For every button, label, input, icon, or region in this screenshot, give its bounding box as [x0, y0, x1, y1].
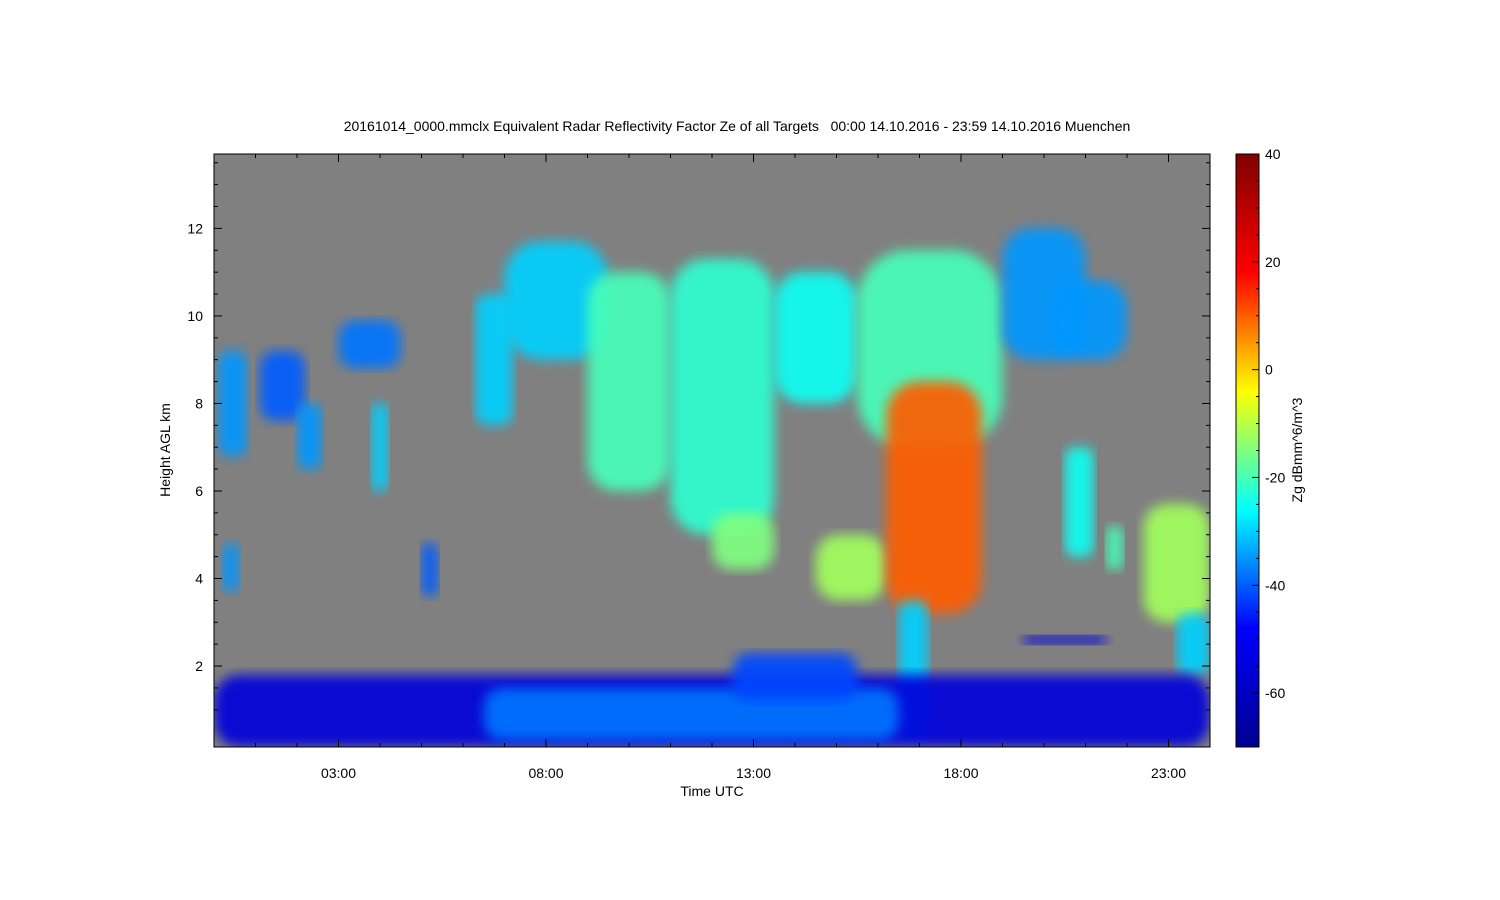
colorbar-tick-label: 40 [1265, 146, 1281, 162]
y-tick-label: 10 [187, 308, 203, 324]
y-tick-label: 12 [187, 220, 203, 236]
colorbar-tick-label: -40 [1265, 577, 1285, 593]
chart-title: 20161014_0000.mmclx Equivalent Radar Ref… [344, 118, 1131, 134]
reflectivity-region [774, 272, 858, 404]
reflectivity-region [297, 403, 322, 470]
y-tick-label: 8 [195, 395, 203, 411]
plot-area [213, 153, 1211, 748]
y-tick-label: 6 [195, 483, 203, 499]
reflectivity-region [218, 350, 248, 456]
x-tick-label: 03:00 [321, 765, 356, 781]
reflectivity-region [1143, 504, 1210, 623]
reflectivity-region [1106, 525, 1123, 570]
reflectivity-region [587, 272, 671, 491]
colorbar-gradient [1235, 153, 1260, 748]
colorbar-tick-label: 0 [1265, 362, 1273, 378]
x-axis-label: Time UTC [680, 783, 743, 799]
colorbar-tick-label: -60 [1265, 685, 1285, 701]
reflectivity-region [815, 534, 887, 601]
y-tick-label: 2 [195, 658, 203, 674]
reflectivity-region [1064, 447, 1094, 557]
radar-reflectivity-chart: 20161014_0000.mmclx Equivalent Radar Ref… [157, 118, 1305, 799]
reflectivity-region [222, 543, 239, 592]
colorbar-tick-label: 20 [1265, 254, 1281, 270]
reflectivity-region [1052, 280, 1127, 360]
colorbar: 40 20 0 -20 -40 -60 Zg dBmm^6/m^3 [1235, 146, 1305, 748]
reflectivity-region [886, 381, 982, 614]
colorbar-tick-label: -20 [1265, 469, 1285, 485]
reflectivity-region [1023, 635, 1107, 645]
y-tick-label: 4 [195, 571, 203, 587]
x-tick-label: 23:00 [1151, 765, 1186, 781]
x-tick-label: 18:00 [943, 765, 978, 781]
x-tick-label: 08:00 [528, 765, 563, 781]
y-axis-label: Height AGL km [157, 403, 173, 497]
reflectivity-region [712, 512, 775, 570]
reflectivity-region [338, 320, 401, 369]
reflectivity-region [732, 652, 858, 702]
reflectivity-region [421, 543, 439, 597]
reflectivity-region [670, 259, 775, 535]
colorbar-label: Zg dBmm^6/m^3 [1289, 397, 1305, 502]
reflectivity-region [371, 403, 389, 491]
x-tick-label: 13:00 [736, 765, 771, 781]
